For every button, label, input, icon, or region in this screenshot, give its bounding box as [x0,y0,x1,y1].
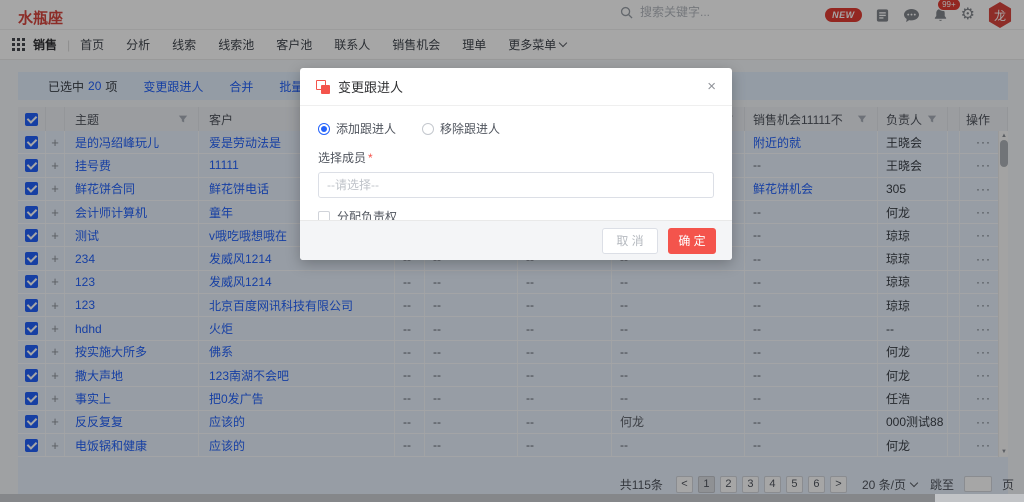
modal-title: 变更跟进人 [338,77,403,96]
modal-body: 添加跟进人 移除跟进人 选择成员* 分配负责权 [300,106,732,225]
confirm-button[interactable]: 确 定 [668,228,716,254]
radio-remove-follower[interactable]: 移除跟进人 [422,120,500,137]
member-label: 选择成员* [318,149,714,166]
modal-header: 变更跟进人 × [300,68,732,106]
radio-add-follower[interactable]: 添加跟进人 [318,120,396,137]
window-horizontal-scrollbar[interactable] [0,494,1024,502]
member-select[interactable] [318,172,714,198]
cancel-button[interactable]: 取 消 [602,228,658,254]
close-icon[interactable]: × [707,79,716,94]
modal-footer: 取 消 确 定 [300,220,732,260]
change-follower-modal: 变更跟进人 × 添加跟进人 移除跟进人 选择成员* 分配负责权 取 消 确 定 [300,68,732,260]
radio-unselected-icon [422,123,434,135]
required-mark: * [368,151,373,165]
app-screen: 水瓶座 NEW 99+ ⚙ 龙 销售 | 首页 分析 线索 线索 [0,0,1024,502]
window-scroll-thumb[interactable] [0,494,935,502]
layers-icon [316,80,330,94]
radio-selected-icon [318,123,330,135]
